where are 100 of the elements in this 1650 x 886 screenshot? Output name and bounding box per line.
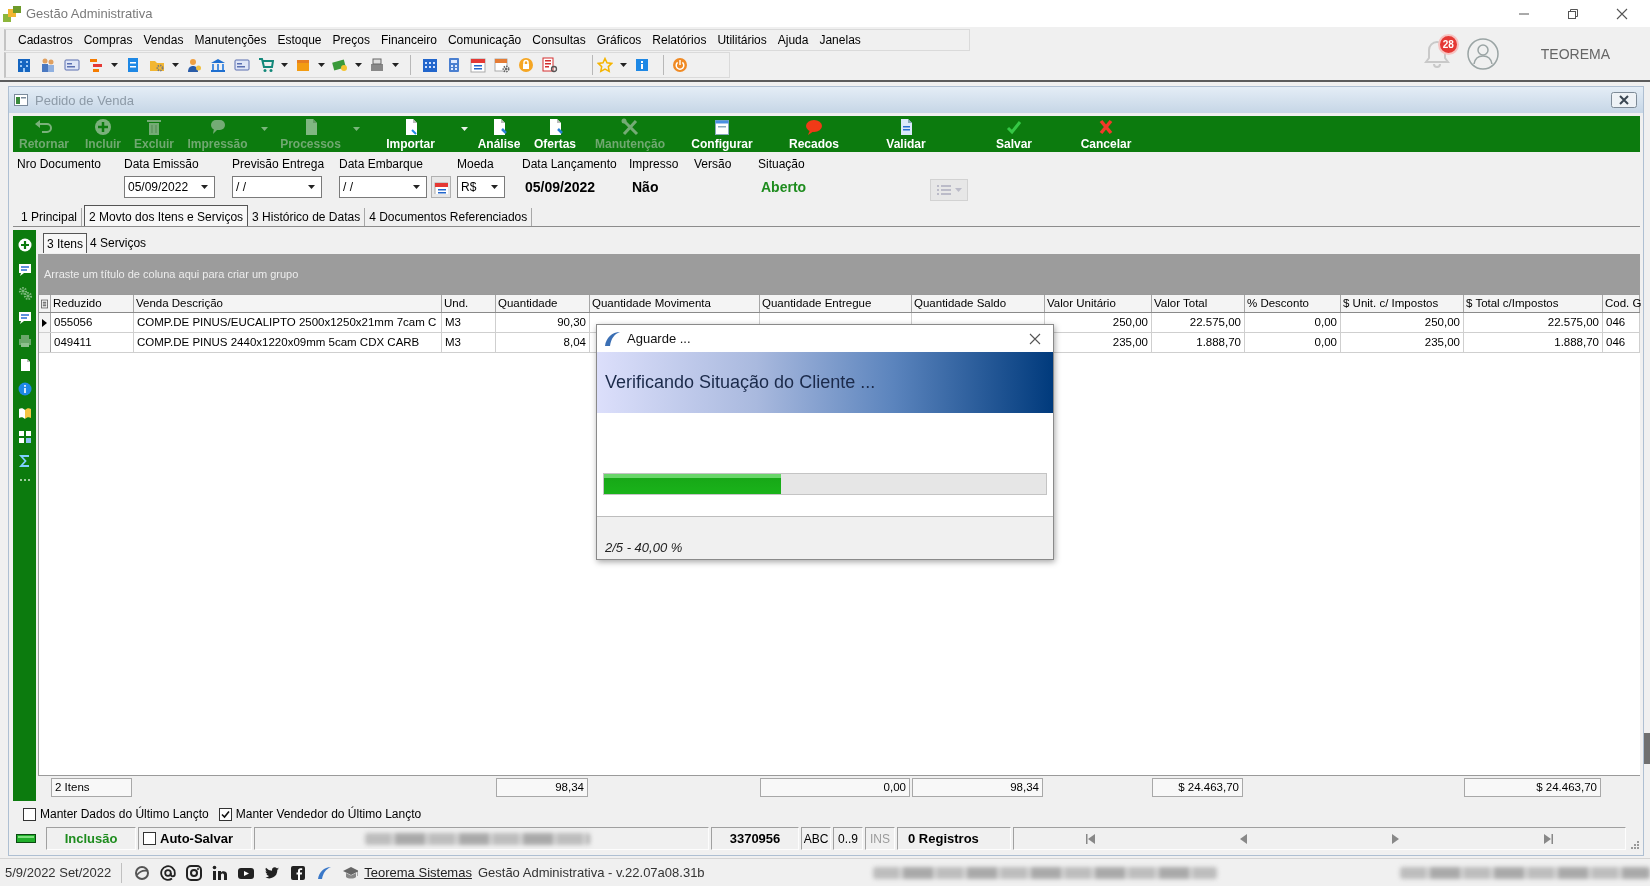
caret-icon[interactable] bbox=[281, 63, 288, 67]
menu-item[interactable]: Compras bbox=[78, 33, 138, 47]
card-icon[interactable] bbox=[234, 57, 250, 73]
tab[interactable]: 3 Histórico de Datas bbox=[248, 208, 366, 226]
column-header[interactable]: Reduzido bbox=[51, 295, 134, 312]
column-header[interactable]: % Desconto bbox=[1245, 295, 1341, 312]
tab[interactable]: 2 Movto dos Itens e Serviços bbox=[84, 205, 249, 226]
caret-icon[interactable] bbox=[620, 63, 627, 67]
twitter-icon[interactable] bbox=[264, 864, 281, 881]
star-icon[interactable] bbox=[597, 57, 613, 73]
caret-icon[interactable] bbox=[111, 63, 118, 67]
people-icon[interactable] bbox=[40, 57, 56, 73]
book-icon[interactable] bbox=[17, 406, 32, 420]
offers-button[interactable]: Ofertas bbox=[527, 116, 583, 152]
menu-item[interactable]: Utilitários bbox=[712, 33, 772, 47]
checkbox-label[interactable]: Auto-Salvar bbox=[160, 831, 233, 846]
menu-item[interactable]: Cadastros bbox=[13, 33, 78, 47]
resize-grip-icon[interactable] bbox=[1628, 838, 1640, 850]
calculator-icon[interactable] bbox=[446, 57, 462, 73]
tab[interactable]: 4 Serviços bbox=[87, 232, 150, 253]
column-header[interactable]: Valor Unitário bbox=[1045, 295, 1152, 312]
power-icon[interactable] bbox=[672, 57, 688, 73]
document-icon[interactable] bbox=[125, 57, 141, 73]
menu-item[interactable]: Ajuda bbox=[772, 33, 814, 47]
close-button[interactable] bbox=[1029, 332, 1041, 345]
money-icon[interactable] bbox=[332, 57, 348, 73]
column-header[interactable]: Quantidade Entregue bbox=[760, 295, 912, 312]
close-button[interactable] bbox=[1611, 92, 1637, 108]
menu-item[interactable]: Consultas bbox=[527, 33, 591, 47]
tab[interactable]: 3 Itens bbox=[43, 232, 88, 253]
menu-item[interactable]: Manutenções bbox=[189, 33, 272, 47]
linkedin-icon[interactable] bbox=[212, 864, 229, 881]
note-icon[interactable] bbox=[17, 262, 32, 276]
org-chart-icon[interactable] bbox=[88, 57, 104, 73]
cancel-button[interactable]: Cancelar bbox=[1077, 116, 1135, 152]
row-header[interactable] bbox=[39, 313, 51, 332]
messages-button[interactable]: Recados bbox=[767, 116, 861, 152]
building-icon[interactable] bbox=[16, 57, 32, 73]
column-chooser-icon[interactable] bbox=[41, 298, 48, 309]
calendar-icon[interactable] bbox=[422, 57, 438, 73]
column-header[interactable]: Valor Total bbox=[1152, 295, 1245, 312]
caret-icon[interactable] bbox=[318, 63, 325, 67]
info-icon[interactable] bbox=[17, 382, 32, 396]
dropdown-field[interactable]: R$ bbox=[457, 176, 505, 198]
checkbox[interactable] bbox=[218, 807, 232, 821]
menu-item[interactable]: Gráficos bbox=[591, 33, 647, 47]
sum-icon[interactable] bbox=[17, 454, 32, 468]
analysis-button[interactable]: Análise bbox=[471, 116, 527, 152]
menu-item[interactable]: Relatórios bbox=[647, 33, 712, 47]
website-link[interactable]: Teorema Sistemas bbox=[364, 865, 472, 880]
import-button[interactable]: Importar bbox=[363, 116, 471, 152]
cash-register-icon[interactable] bbox=[369, 57, 385, 73]
tab[interactable]: 1 Principal bbox=[17, 208, 83, 226]
add-icon[interactable] bbox=[17, 238, 32, 252]
date-field[interactable]: / / bbox=[339, 176, 427, 198]
card-icon[interactable] bbox=[64, 57, 80, 73]
graduation-cap-icon[interactable] bbox=[342, 864, 359, 881]
checkbox-label[interactable]: Manter Vendedor do Último Lançto bbox=[235, 807, 422, 821]
person-icon[interactable] bbox=[186, 57, 202, 73]
dropdown-field[interactable]: / / bbox=[232, 176, 322, 198]
calendar-gear-icon[interactable] bbox=[494, 57, 510, 73]
checkbox[interactable] bbox=[23, 807, 36, 821]
caret-icon[interactable] bbox=[392, 63, 399, 67]
box-icon[interactable] bbox=[295, 57, 311, 73]
more-icon[interactable] bbox=[17, 478, 32, 482]
caret-icon[interactable] bbox=[172, 63, 179, 67]
grid-icon[interactable] bbox=[17, 430, 32, 444]
column-header[interactable]: Quantidade Movimenta bbox=[590, 295, 760, 312]
calendar-button[interactable] bbox=[431, 176, 451, 198]
menu-item[interactable]: Financeiro bbox=[375, 33, 442, 47]
validate-button[interactable]: Validar bbox=[861, 116, 951, 152]
column-header[interactable]: $ Total c/Impostos bbox=[1464, 295, 1603, 312]
menu-item[interactable]: Estoque bbox=[272, 33, 327, 47]
instagram-icon[interactable] bbox=[186, 864, 203, 881]
menu-item[interactable]: Vendas bbox=[138, 33, 189, 47]
column-header[interactable]: Und. bbox=[442, 295, 496, 312]
column-header[interactable]: Quantidade Saldo bbox=[912, 295, 1045, 312]
printer-icon[interactable] bbox=[17, 334, 32, 348]
configure-button[interactable]: Configurar bbox=[677, 116, 767, 152]
bank-icon[interactable] bbox=[210, 57, 226, 73]
note-icon[interactable] bbox=[17, 310, 32, 324]
logo-icon[interactable] bbox=[134, 864, 151, 881]
menu-item[interactable]: Comunicação bbox=[442, 33, 527, 47]
caret-icon[interactable] bbox=[355, 63, 362, 67]
facebook-icon[interactable] bbox=[290, 864, 307, 881]
save-button[interactable]: Salvar bbox=[951, 116, 1077, 152]
column-header[interactable]: $ Unit. c/ Impostos bbox=[1341, 295, 1464, 312]
swoosh-logo-icon[interactable] bbox=[316, 864, 333, 881]
report-icon[interactable] bbox=[542, 57, 558, 73]
checkbox[interactable] bbox=[143, 832, 156, 845]
column-header[interactable]: Venda Descrição bbox=[134, 295, 442, 312]
tab[interactable]: 4 Documentos Referenciados bbox=[365, 208, 533, 226]
calendar-icon[interactable] bbox=[470, 57, 486, 73]
info-icon[interactable] bbox=[634, 57, 650, 73]
menu-item[interactable]: Preços bbox=[327, 33, 375, 47]
column-header[interactable]: Cod. G bbox=[1603, 295, 1640, 312]
column-header[interactable]: Quantidade bbox=[496, 295, 590, 312]
email-icon[interactable] bbox=[160, 864, 177, 881]
cart-icon[interactable] bbox=[258, 57, 274, 73]
dropdown-field[interactable]: 05/09/2022 bbox=[124, 176, 215, 198]
